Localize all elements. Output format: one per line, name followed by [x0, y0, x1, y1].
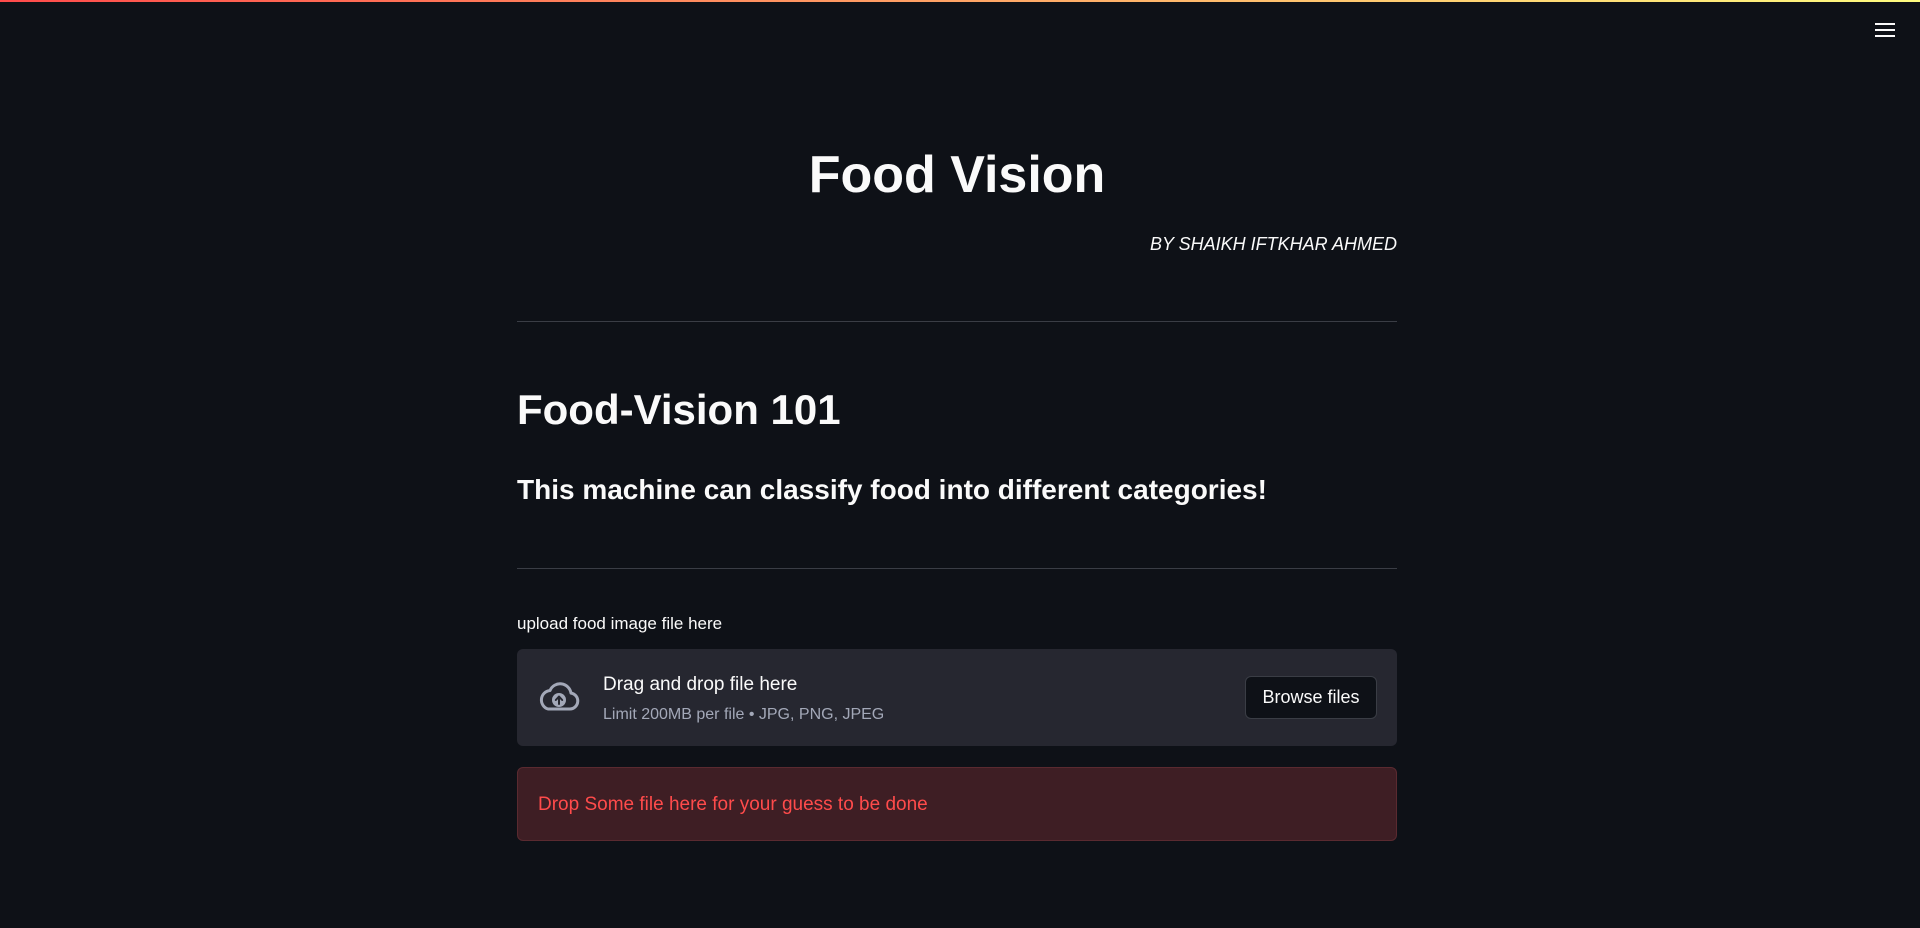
- error-alert-message: Drop Some file here for your guess to be…: [538, 794, 928, 815]
- page-title: Food Vision: [808, 146, 1106, 204]
- cloud-upload-icon: [539, 682, 580, 711]
- menu-line: [1875, 35, 1895, 37]
- hamburger-menu-icon[interactable]: [1872, 18, 1898, 42]
- browse-files-button[interactable]: Browse files: [1245, 676, 1377, 719]
- divider-top: [517, 321, 1397, 322]
- section-subheading: This machine can classify food into diff…: [517, 474, 1267, 505]
- divider-bottom: [517, 568, 1397, 569]
- menu-line: [1875, 29, 1895, 31]
- top-decoration-bar: [0, 0, 1920, 2]
- file-dropzone[interactable]: Drag and drop file here Limit 200MB per …: [517, 649, 1397, 746]
- menu-line: [1875, 23, 1895, 25]
- dropzone-instruction: Drag and drop file here: [603, 674, 798, 695]
- section-heading: Food-Vision 101: [517, 386, 841, 433]
- error-alert: Drop Some file here for your guess to be…: [517, 767, 1397, 841]
- uploader-label: upload food image file here: [517, 614, 723, 633]
- author-credit: BY SHAIKH IFTKHAR AHMED: [1149, 234, 1397, 254]
- dropzone-limit-text: Limit 200MB per file • JPG, PNG, JPEG: [603, 706, 885, 723]
